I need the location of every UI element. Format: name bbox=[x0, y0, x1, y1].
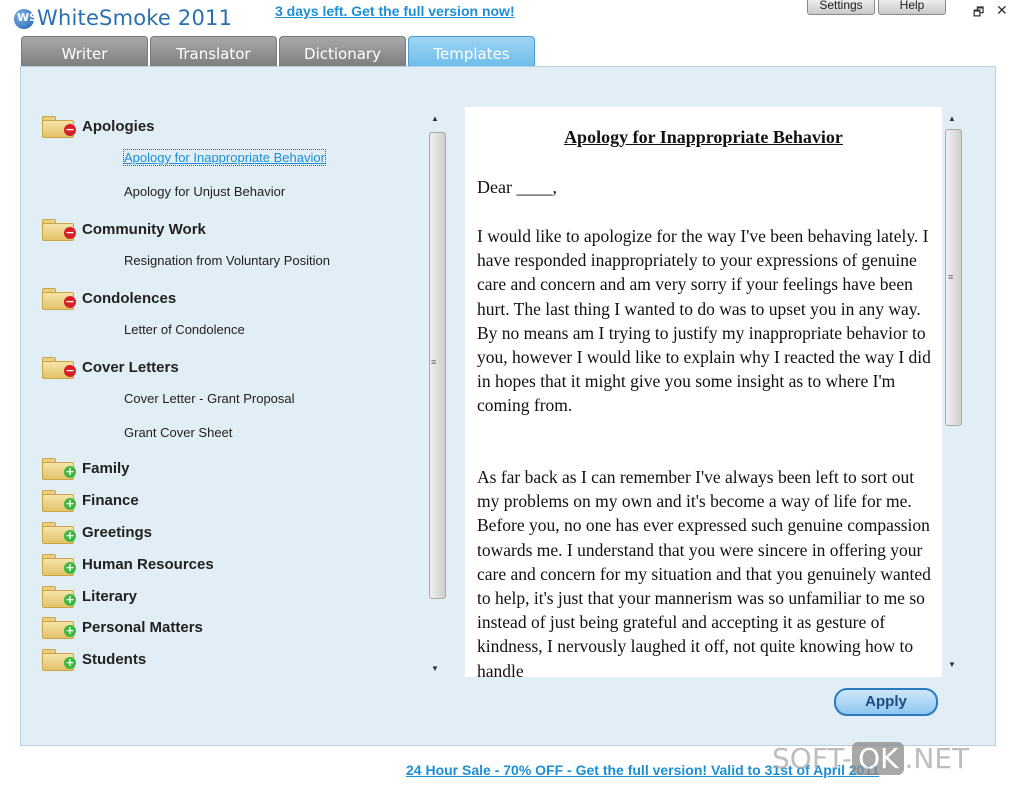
app-title: WhiteSmoke 2011 bbox=[37, 6, 233, 30]
category-label[interactable]: Personal Matters bbox=[82, 619, 203, 636]
template-item[interactable]: Cover Letter - Grant Proposal bbox=[124, 391, 295, 406]
collapse-icon[interactable]: − bbox=[64, 227, 76, 239]
collapse-icon[interactable]: − bbox=[64, 124, 76, 136]
category-label[interactable]: Students bbox=[82, 651, 146, 668]
document-title: Apology for Inappropriate Behavior bbox=[564, 127, 843, 147]
expand-icon[interactable]: + bbox=[64, 594, 76, 606]
document-scroll-down-icon[interactable]: ▼ bbox=[948, 660, 956, 669]
close-window-icon[interactable]: ✕ bbox=[996, 2, 1008, 19]
app-logo: WS bbox=[14, 9, 38, 29]
folder-icon: + bbox=[42, 554, 76, 576]
tab-writer[interactable]: Writer bbox=[21, 36, 148, 67]
restore-window-icon[interactable]: 🗗 bbox=[973, 3, 984, 24]
template-item[interactable]: Resignation from Voluntary Position bbox=[124, 253, 330, 268]
document-scrollbar[interactable]: ▲ ≡ ▼ bbox=[942, 107, 963, 677]
document-greeting: Dear ____, bbox=[477, 177, 557, 197]
tree-scroll-up-icon[interactable]: ▲ bbox=[431, 114, 439, 123]
tree-scrollbar[interactable]: ▲ ≡ ▼ bbox=[427, 108, 446, 678]
expand-icon[interactable]: + bbox=[64, 657, 76, 669]
folder-icon: + bbox=[42, 490, 76, 512]
apply-button[interactable]: Apply bbox=[834, 688, 938, 716]
template-item[interactable]: Grant Cover Sheet bbox=[124, 425, 232, 440]
category-label[interactable]: Literary bbox=[82, 588, 137, 605]
folder-icon: + bbox=[42, 649, 76, 671]
expand-icon[interactable]: + bbox=[64, 530, 76, 542]
document-paragraph: I would like to apologize for the way I'… bbox=[477, 226, 931, 416]
folder-icon: + bbox=[42, 458, 76, 480]
tab-templates[interactable]: Templates bbox=[408, 36, 535, 67]
collapse-icon[interactable]: − bbox=[64, 296, 76, 308]
folder-icon: + bbox=[42, 586, 76, 608]
help-button[interactable]: Help bbox=[878, 0, 946, 15]
folder-icon: − bbox=[42, 116, 76, 138]
category-label[interactable]: Apologies bbox=[82, 118, 155, 135]
folder-icon: − bbox=[42, 219, 76, 241]
template-item[interactable]: Apology for Inappropriate Behavior bbox=[123, 149, 326, 166]
folder-icon: + bbox=[42, 617, 76, 639]
template-item[interactable]: Apology for Unjust Behavior bbox=[124, 184, 285, 199]
folder-icon: − bbox=[42, 288, 76, 310]
expand-icon[interactable]: + bbox=[64, 498, 76, 510]
watermark-ok: OK bbox=[852, 742, 905, 775]
promo-link-top[interactable]: 3 days left. Get the full version now! bbox=[275, 3, 515, 19]
expand-icon[interactable]: + bbox=[64, 466, 76, 478]
tab-dictionary[interactable]: Dictionary bbox=[279, 36, 406, 67]
category-label[interactable]: Human Resources bbox=[82, 556, 214, 573]
category-label[interactable]: Condolences bbox=[82, 290, 176, 307]
template-document[interactable]: Apology for Inappropriate Behavior Dear … bbox=[465, 107, 942, 677]
category-label[interactable]: Family bbox=[82, 460, 130, 477]
expand-icon[interactable]: + bbox=[64, 562, 76, 574]
watermark: SOFT- OK .NET bbox=[772, 742, 969, 775]
tree-scroll-down-icon[interactable]: ▼ bbox=[431, 664, 439, 673]
category-label[interactable]: Community Work bbox=[82, 221, 206, 238]
document-scroll-grip-icon: ≡ bbox=[948, 272, 954, 282]
category-label[interactable]: Greetings bbox=[82, 524, 152, 541]
template-item[interactable]: Letter of Condolence bbox=[124, 322, 245, 337]
category-label[interactable]: Cover Letters bbox=[82, 359, 179, 376]
collapse-icon[interactable]: − bbox=[64, 365, 76, 377]
settings-button[interactable]: Settings bbox=[807, 0, 875, 15]
folder-icon: − bbox=[42, 357, 76, 379]
watermark-right: .NET bbox=[904, 742, 970, 775]
folder-icon: + bbox=[42, 522, 76, 544]
expand-icon[interactable]: + bbox=[64, 625, 76, 637]
tab-translator[interactable]: Translator bbox=[150, 36, 277, 67]
watermark-left: SOFT- bbox=[772, 742, 853, 775]
category-label[interactable]: Finance bbox=[82, 492, 139, 509]
document-scroll-up-icon[interactable]: ▲ bbox=[948, 114, 956, 123]
document-paragraph: As far back as I can remember I've alway… bbox=[477, 467, 931, 677]
template-tree: − Apologies Apology for Inappropriate Beha… bbox=[38, 112, 428, 682]
app-logo-text: WS bbox=[17, 11, 38, 24]
tree-scroll-grip-icon: ≡ bbox=[431, 357, 437, 367]
